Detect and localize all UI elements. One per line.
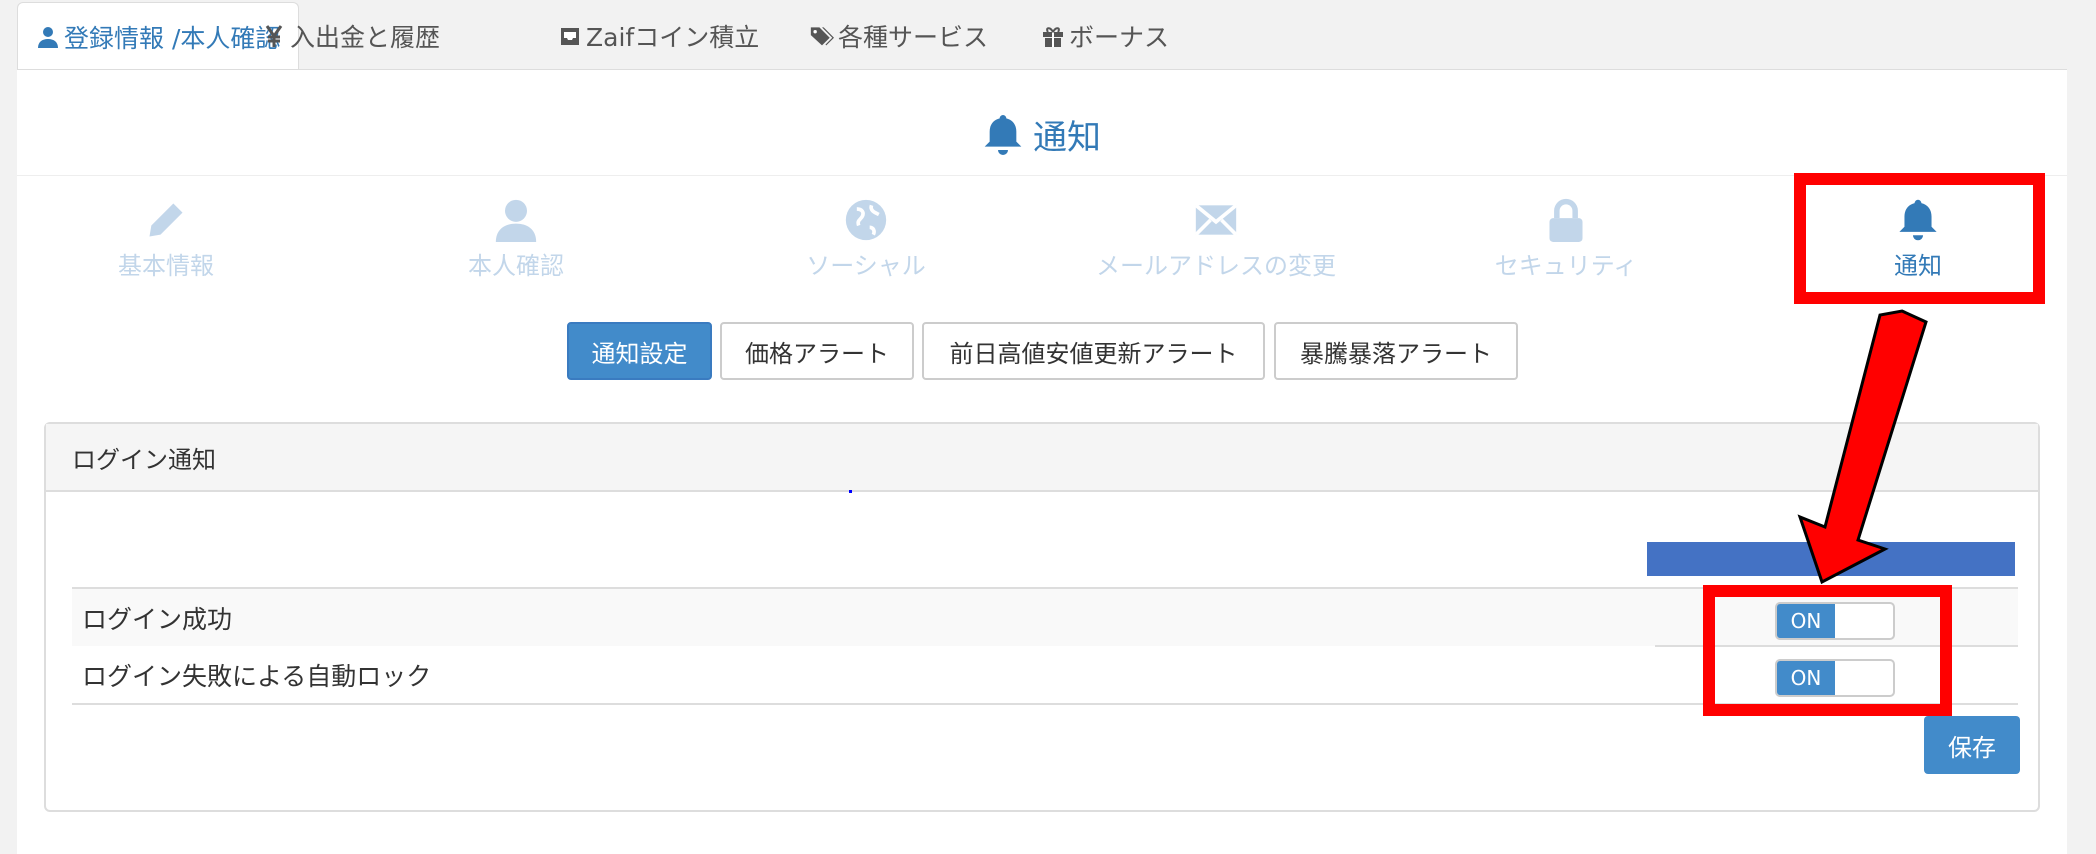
gift-icon xyxy=(1043,27,1063,47)
globe-icon xyxy=(845,199,887,241)
tab-zaif-coin[interactable]: Zaifコイン積立 xyxy=(558,2,759,70)
prev-day-high-low-alert-button[interactable]: 前日高値安値更新アラート xyxy=(922,322,1265,380)
tab-label: 入出金と履歴 xyxy=(290,23,441,52)
save-button[interactable]: 保存 xyxy=(1924,716,2020,774)
subnav-label: 基本情報 xyxy=(118,252,214,280)
surge-crash-alert-button[interactable]: 暴騰暴落アラート xyxy=(1274,322,1518,380)
tab-label: 登録情報 /本人確認 xyxy=(64,23,281,53)
page-title: 通知 xyxy=(17,110,2067,159)
panel-heading: ログイン通知 xyxy=(46,424,2038,492)
row-label: ログイン成功 xyxy=(82,604,233,634)
main-content: 通知 基本情報 本人確認 ソーシャル メールアドレスの変更 セキュリティ 通知 … xyxy=(17,70,2067,854)
pencil-icon xyxy=(149,203,183,237)
tab-bonus[interactable]: ボーナス xyxy=(1041,2,1169,70)
yen-icon xyxy=(265,25,283,47)
tags-icon xyxy=(810,27,834,46)
tab-label: ボーナス xyxy=(1069,23,1170,52)
page-title-text: 通知 xyxy=(1033,118,1101,158)
divider xyxy=(17,175,2067,176)
tab-label: Zaifコイン積立 xyxy=(586,23,760,52)
subnav-label: 本人確認 xyxy=(468,252,564,280)
top-tab-bar: 登録情報 /本人確認 入出金と履歴 Zaifコイン積立 各種サービス ボーナス xyxy=(17,0,2067,70)
inbox-icon xyxy=(561,28,579,45)
price-alert-button[interactable]: 価格アラート xyxy=(720,322,914,380)
subnav-label: ソーシャル xyxy=(806,252,926,280)
notification-settings-button[interactable]: 通知設定 xyxy=(567,322,712,380)
lock-icon xyxy=(1549,198,1583,242)
subnav-basic-info[interactable]: 基本情報 xyxy=(16,198,316,281)
subnav-label: メールアドレスの変更 xyxy=(1096,252,1336,280)
tab-registration[interactable]: 登録情報 /本人確認 xyxy=(17,2,300,70)
highlight-box-notification-tab xyxy=(1794,173,2045,304)
row-label: ログイン失敗による自動ロック xyxy=(82,661,432,691)
envelope-icon xyxy=(1194,203,1238,236)
annotation-blue-bar xyxy=(1647,542,2015,576)
tab-label: 各種サービス xyxy=(838,23,989,52)
tab-services[interactable]: 各種サービス xyxy=(810,2,988,70)
bell-icon xyxy=(984,114,1022,155)
user-icon xyxy=(495,199,537,242)
subnav-security[interactable]: セキュリティ xyxy=(1416,198,1716,281)
subnav-identity[interactable]: 本人確認 xyxy=(366,198,666,281)
subnav-email-change[interactable]: メールアドレスの変更 xyxy=(1066,198,1366,281)
subnav-social[interactable]: ソーシャル xyxy=(716,198,1016,281)
blue-dot xyxy=(849,490,852,493)
highlight-box-toggles xyxy=(1703,585,1952,716)
subnav-label: セキュリティ xyxy=(1494,252,1638,280)
tab-deposit-history[interactable]: 入出金と履歴 xyxy=(262,2,440,70)
user-icon xyxy=(38,26,58,48)
